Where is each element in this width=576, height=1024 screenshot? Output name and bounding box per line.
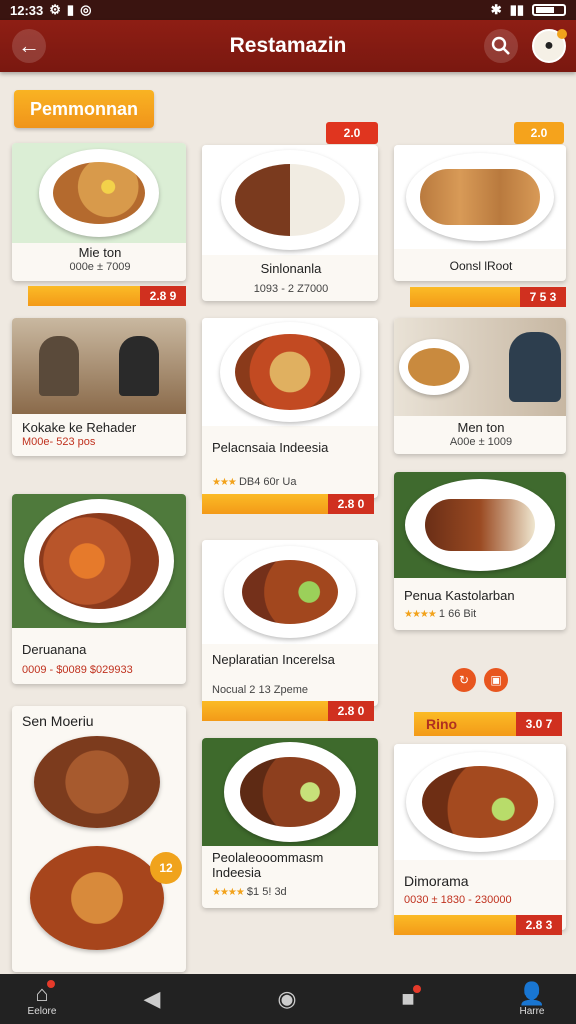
bowl-badge: 12 [150, 852, 182, 884]
back-button[interactable]: ← [12, 29, 46, 63]
rino-label: Rino [414, 712, 516, 736]
price-tag: 2.8 0 [328, 701, 374, 721]
card-title: Men ton [457, 420, 505, 435]
price-tag: 2.8 9 [140, 286, 186, 306]
price-bar: 2.8 3 [394, 915, 562, 935]
price-tag: 2.8 3 [516, 915, 562, 935]
bluetooth-icon: ✱ [490, 2, 502, 17]
food-card[interactable]: Penua Kastolarban ★★★★ 1 66 Bit [394, 472, 566, 630]
food-card[interactable]: Pelacnsaia Indeesia ★★★ DB4 60r Ua [202, 318, 378, 498]
card-title: Mie ton [78, 245, 122, 260]
card-title: Oonsl lRoot [449, 259, 513, 273]
card-title: Sinlonanla [260, 261, 322, 276]
price-tag: 2.0 [514, 122, 564, 144]
card-price: Nocual 2 13 Zpeme [212, 684, 308, 696]
nav-home[interactable]: ⌂ Eelore [12, 974, 72, 1024]
nav-back[interactable]: ◀ [122, 974, 182, 1024]
nav-circle-home[interactable]: ◉ [257, 974, 317, 1024]
card-rating: ★★★★ $1 5! 3d [212, 886, 287, 898]
search-icon [491, 36, 510, 55]
share-icon[interactable]: ↻ [452, 668, 476, 692]
section-chip[interactable]: Pemmonnan [14, 90, 154, 128]
card-title: Deruanana [22, 642, 87, 657]
nav-recents[interactable]: ■ [378, 974, 438, 1024]
food-card[interactable]: Kokake ke Rehader M00e- 523 pos [12, 318, 186, 456]
price-tag: 7 5 3 [520, 287, 566, 307]
card-title: Sen Moeriu [22, 713, 94, 729]
back-triangle-icon: ◀ [143, 986, 161, 1011]
dish-image [24, 499, 174, 623]
search-button[interactable] [484, 29, 518, 63]
food-card[interactable]: Men ton A00e ± 1009 [394, 318, 566, 454]
settings-icon: ⚙ [49, 2, 61, 17]
home-icon: ⌂ [35, 979, 55, 1006]
price-bar: 2.8 9 [28, 286, 186, 306]
dish-image [406, 752, 554, 852]
card-title: Peolaleooommasm Indeesia [212, 850, 324, 880]
card-price: 0030 ± 1830 - 230000 [404, 894, 512, 906]
food-card[interactable]: Neplaratian Incerelsa Nocual 2 13 Zpeme [202, 540, 378, 706]
nav-label: Eelore [27, 1005, 57, 1017]
card-price: 0009 - $0089 $029933 [22, 664, 133, 676]
food-card[interactable]: Oonsl lRoot [394, 145, 566, 281]
food-card[interactable]: Peolaleooommasm Indeesia ★★★★ $1 5! 3d [202, 738, 378, 908]
card-title: Penua Kastolarban [404, 588, 515, 603]
food-card[interactable]: Mie ton 000e ± 7009 [12, 143, 186, 281]
dish-image [405, 479, 555, 571]
wifi-icon: ▮▮ [509, 2, 524, 17]
card-price: 1093 - 2 Z7000 [253, 283, 329, 295]
status-time: 12:33 [10, 2, 44, 18]
price-tag: 3.0 7 [516, 712, 562, 736]
arrow-left-icon: ← [18, 33, 40, 58]
app-title: Restamazin [229, 34, 347, 57]
price-bar: 2.8 0 [202, 701, 374, 721]
cart-icon[interactable]: ▣ [484, 668, 508, 692]
avatar-icon: ● [544, 37, 554, 54]
dish-image [406, 153, 554, 241]
dish-image [220, 322, 360, 422]
card-title: Pelacnsaia Indeesia [212, 440, 329, 455]
card-price: M00e- 523 pos [22, 436, 96, 448]
dish-image [224, 546, 356, 638]
dish-image [34, 736, 160, 828]
dish-image [30, 846, 164, 950]
app-bar: ← Restamazin ● [0, 20, 576, 72]
restaurant-photo [12, 318, 186, 414]
signal-icon: ▮ [66, 2, 75, 17]
person-icon: 👤 [518, 980, 546, 1006]
status-bar: 12:33 ⚙ ▮ ◎ ✱ ▮▮ [0, 0, 576, 20]
card-rating: ★★★★ 1 66 Bit [404, 608, 477, 620]
price-tag: 2.8 0 [328, 494, 374, 514]
notification-dot [557, 29, 567, 39]
battery-icon [532, 4, 566, 16]
notification-icon: ◎ [80, 2, 92, 17]
card-title: Kokake ke Rehader [22, 420, 137, 435]
food-card[interactable]: Dimorama 0030 ± 1830 - 230000 [394, 744, 566, 930]
circle-home-icon: ◉ [277, 986, 297, 1011]
card-price: A00e ± 1009 [449, 436, 513, 448]
card-price: 000e ± 7009 [69, 261, 131, 273]
rino-bar: Rino 3.0 7 [414, 712, 562, 736]
dish-image [39, 149, 159, 237]
food-card[interactable]: Sen Moeriu 12 [12, 706, 186, 972]
price-bar: 2.8 0 [202, 494, 374, 514]
nav-label: Harre [519, 1005, 545, 1017]
restaurant-photo [394, 318, 566, 416]
dish-image [224, 742, 356, 842]
bottom-nav: ⌂ Eelore ◀ ◉ ■ 👤 Harre [0, 974, 576, 1024]
avatar[interactable]: ● [532, 29, 567, 63]
card-rating: ★★★ DB4 60r Ua [212, 476, 297, 488]
card-title: Neplaratian Incerelsa [212, 652, 335, 667]
square-recents-icon: ■ [401, 985, 421, 1011]
food-card[interactable]: Deruanana 0009 - $0089 $029933 [12, 494, 186, 684]
nav-profile[interactable]: 👤 Harre [502, 974, 562, 1024]
price-bar: 7 5 3 [410, 287, 566, 307]
food-card[interactable]: Sinlonanla 1093 - 2 Z7000 [202, 145, 378, 301]
card-title: Dimorama [404, 873, 469, 889]
dish-image [221, 150, 359, 250]
price-tag: 2.0 [326, 122, 378, 144]
